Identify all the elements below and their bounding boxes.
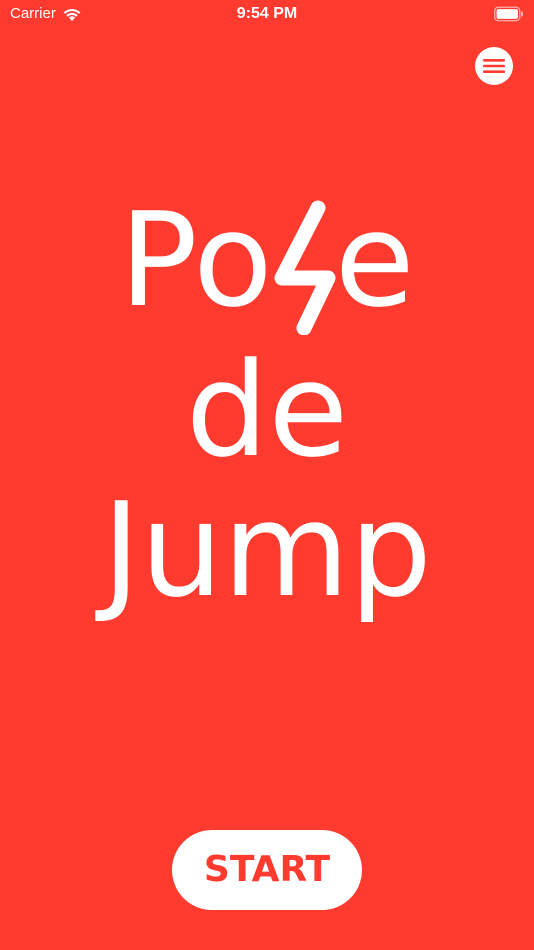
lightning-bolt-icon (274, 200, 336, 335)
logo-line-2: de (185, 334, 349, 486)
logo-line-1: Po e (0, 195, 534, 325)
status-bar: Carrier 9:54 PM (0, 0, 534, 28)
menu-button[interactable] (475, 47, 513, 85)
start-button[interactable]: START (172, 830, 362, 910)
hamburger-menu-icon (483, 59, 505, 73)
logo-line-1-start: Po (119, 184, 273, 336)
app-logo: Po e de Jump (0, 195, 534, 625)
logo-line-3: Jump (102, 474, 432, 626)
battery-icon (494, 6, 523, 22)
logo-line-1-end: e (334, 184, 415, 336)
status-time: 9:54 PM (236, 5, 298, 22)
